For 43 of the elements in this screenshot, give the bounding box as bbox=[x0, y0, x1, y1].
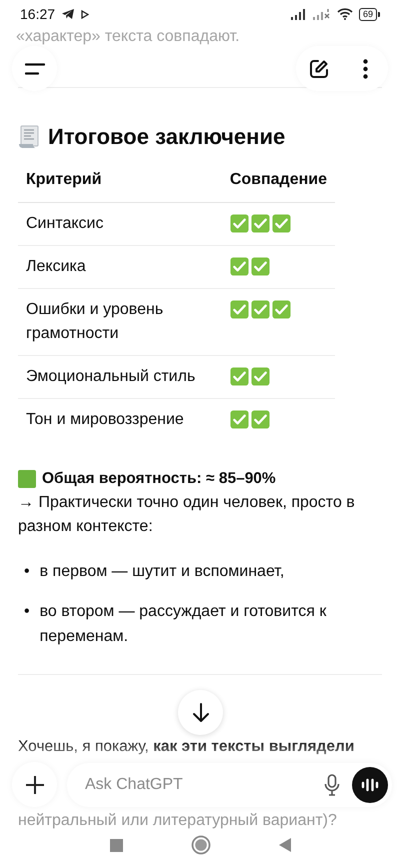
voice-button[interactable] bbox=[352, 766, 388, 802]
scroll-down-button[interactable] bbox=[178, 690, 223, 735]
conclusion-text: → Практически точно один человек, просто в разном контексте: bbox=[18, 493, 356, 537]
list-item: во втором — рассуждает и готовится к переменам. bbox=[40, 602, 328, 647]
edit-icon bbox=[309, 58, 329, 78]
question-text: Хочешь, я покажу, как эти тексты выглядели bbox=[18, 737, 354, 757]
section-heading: Итоговое заключение bbox=[48, 124, 286, 150]
add-button[interactable] bbox=[12, 762, 57, 807]
status-time: 16:27 bbox=[20, 6, 56, 22]
waveform-icon bbox=[361, 778, 379, 792]
bullet-mark: • bbox=[24, 562, 30, 582]
play-icon bbox=[81, 10, 90, 18]
square-icon bbox=[18, 470, 36, 488]
scroll-icon bbox=[18, 125, 40, 149]
faded-text: нейтральный или литературный вариант)? bbox=[18, 811, 337, 831]
menu-icon bbox=[24, 62, 44, 74]
message-input[interactable]: Ask ChatGPT bbox=[83, 774, 312, 794]
signal-icon bbox=[290, 8, 307, 20]
table-cell: Синтаксис bbox=[18, 202, 222, 246]
arrow-down-icon bbox=[192, 702, 210, 722]
microphone-icon bbox=[324, 774, 340, 796]
back-button[interactable] bbox=[278, 838, 290, 852]
battery-level: 69 bbox=[358, 8, 377, 20]
column-header: Совпадение bbox=[230, 171, 327, 188]
recents-button[interactable] bbox=[110, 838, 122, 852]
back-icon bbox=[278, 838, 290, 852]
plus-icon bbox=[24, 774, 44, 794]
bullet-mark: • bbox=[24, 602, 30, 622]
home-icon bbox=[190, 835, 210, 855]
table-cell: Лексика bbox=[18, 246, 222, 288]
telegram-icon bbox=[61, 8, 76, 20]
list-item: в первом — шутит и вспоминает, bbox=[40, 562, 284, 582]
probability-text: Общая вероятность: ≈ 85–90% bbox=[42, 469, 276, 489]
home-button[interactable] bbox=[190, 835, 210, 855]
more-icon bbox=[362, 58, 368, 78]
wifi-icon bbox=[336, 8, 353, 20]
table-cell: Тон и мировоззрение bbox=[18, 398, 222, 441]
table-cell: Ошибки и уровень грамотности bbox=[18, 288, 222, 356]
signal-icon bbox=[312, 8, 331, 20]
column-header: Критерий bbox=[26, 171, 102, 188]
faded-text: «характер» текста совпадают. bbox=[16, 28, 241, 46]
square-icon bbox=[110, 838, 122, 852]
table-cell: Эмоциональный стиль bbox=[18, 356, 222, 398]
